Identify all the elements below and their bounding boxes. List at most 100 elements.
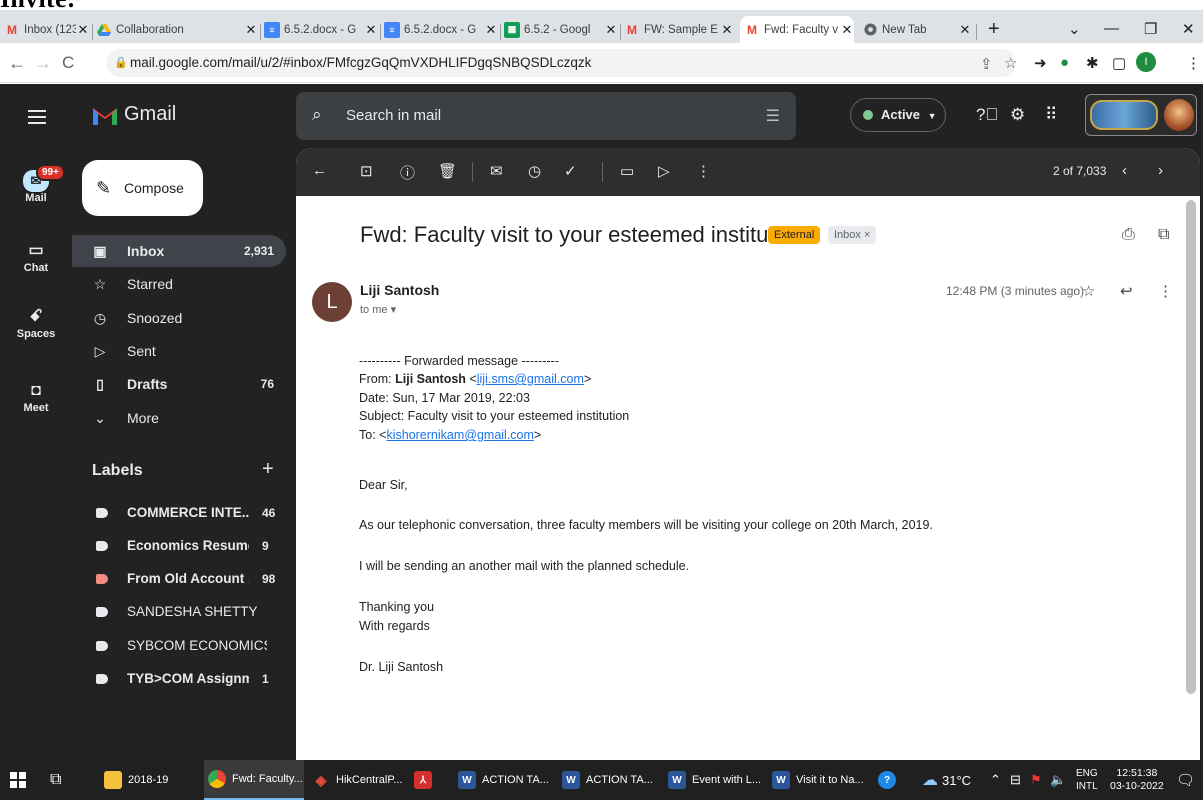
from-email-link[interactable]: liji.sms@gmail.com <box>477 372 584 386</box>
task-view-icon[interactable]: ⧉ <box>50 760 61 800</box>
browser-tab[interactable]: M Inbox (123) - ✕ <box>4 16 90 43</box>
browser-tab-active[interactable]: M Fwd: Faculty v ✕ <box>740 16 854 43</box>
taskbar-item[interactable]: ⅄ <box>414 760 444 800</box>
nav-inbox[interactable]: ▣ Inbox 2,931 <box>72 235 286 267</box>
extensions-puzzle-icon[interactable]: ✱ <box>1086 54 1099 72</box>
menu-dots-icon[interactable]: ⋮ <box>1186 54 1201 72</box>
close-tab-icon[interactable]: ✕ <box>484 22 498 38</box>
browser-tab[interactable]: Collaboration ✕ <box>96 16 258 43</box>
share-icon[interactable]: ⇪ <box>980 55 993 73</box>
language-indicator[interactable]: ENG INTL <box>1076 760 1098 800</box>
close-tab-icon[interactable]: ✕ <box>840 22 854 38</box>
close-tab-icon[interactable]: ✕ <box>720 22 734 38</box>
taskbar-item[interactable]: W ACTION TA... <box>458 760 550 800</box>
taskbar-item[interactable]: W Event with L... <box>668 760 764 800</box>
security-icon[interactable]: ⚑ <box>1030 760 1042 800</box>
rail-spaces[interactable]: ꗃ Spaces <box>0 306 72 340</box>
add-task-icon[interactable]: ✓ <box>564 162 577 180</box>
taskbar-item[interactable]: 2018-19 <box>104 760 194 800</box>
nav-snoozed[interactable]: ◷ Snoozed <box>72 302 286 334</box>
open-new-window-icon[interactable]: ⧉ <box>1158 226 1169 244</box>
volume-muted-icon[interactable]: 🔈 <box>1050 760 1066 800</box>
browser-tab[interactable]: ≡ 6.5.2.docx - G ✕ <box>264 16 378 43</box>
archive-icon[interactable]: ⊡ <box>360 162 373 180</box>
close-window-icon[interactable]: ✕ <box>1182 20 1195 38</box>
network-icon[interactable]: ⊟ <box>1010 760 1021 800</box>
compose-button[interactable]: ✎ Compose <box>82 160 203 216</box>
move-to-icon[interactable]: ▭ <box>620 162 634 180</box>
show-hidden-icons-icon[interactable]: ⌃ <box>990 760 1001 800</box>
grammarly-icon[interactable]: ● <box>1060 54 1069 71</box>
nav-more[interactable]: ⌄ More <box>72 402 286 434</box>
extension-arrow-icon[interactable]: ➜ <box>1034 54 1047 72</box>
help-icon[interactable]: ?⃝ <box>976 105 998 125</box>
settings-gear-icon[interactable]: ⚙ <box>1010 105 1025 125</box>
star-icon[interactable]: ☆ <box>1082 282 1095 300</box>
close-tab-icon[interactable]: ✕ <box>364 22 378 38</box>
snooze-icon[interactable]: ◷ <box>528 162 541 180</box>
label-item[interactable]: From Old Account ... 98 <box>72 563 286 595</box>
more-options-icon[interactable]: ⋮ <box>696 162 711 180</box>
label-item[interactable]: TYB>COM Assignm... 1 <box>72 663 286 695</box>
taskbar-item-active[interactable]: Fwd: Faculty... <box>204 760 304 800</box>
tab-search-icon[interactable]: ⌄ <box>1068 20 1081 38</box>
profile-avatar[interactable]: I <box>1136 52 1156 72</box>
browser-tab[interactable]: ▦ 6.5.2 - Googl ✕ <box>504 16 618 43</box>
to-email-link[interactable]: kishorernikam@gmail.com <box>386 428 533 442</box>
more-message-options-icon[interactable]: ⋮ <box>1158 282 1173 300</box>
label-icon[interactable]: ▷ <box>658 162 670 180</box>
mark-unread-icon[interactable]: ✉ <box>490 162 503 180</box>
close-tab-icon[interactable]: ✕ <box>76 22 90 38</box>
reload-icon[interactable]: C <box>62 53 74 73</box>
apps-grid-icon[interactable]: ⠿ <box>1045 105 1057 125</box>
taskbar-item[interactable]: W ACTION TA... <box>562 760 654 800</box>
reply-icon[interactable]: ↩ <box>1120 282 1133 300</box>
gmail-logo[interactable]: Gmail <box>92 103 176 126</box>
rail-mail[interactable]: ✉ 99+ Mail <box>0 164 72 204</box>
label-item[interactable]: SANDESHA SHETTY <box>72 596 286 628</box>
nav-drafts[interactable]: ▯ Drafts 76 <box>72 368 286 400</box>
restore-icon[interactable]: ❐ <box>1144 20 1157 38</box>
rail-meet[interactable]: ◘ Meet <box>0 380 72 414</box>
side-panel-icon[interactable]: ▢ <box>1112 54 1126 72</box>
help-app-icon[interactable]: ? <box>878 760 902 800</box>
clock[interactable]: 12:51:38 03-10-2022 <box>1110 760 1164 800</box>
label-item[interactable]: SYBCOM ECONOMICS ... <box>72 630 286 662</box>
recipient-details-toggle[interactable]: to me ▾ <box>360 303 396 316</box>
delete-icon[interactable]: 🗑 <box>438 162 457 180</box>
search-bar[interactable]: ⌕ Search in mail ☰ <box>296 92 796 140</box>
account-switcher[interactable] <box>1085 94 1197 136</box>
minimize-icon[interactable]: — <box>1104 20 1119 37</box>
status-button[interactable]: Active ▼ <box>850 98 946 132</box>
sender-avatar[interactable]: L <box>312 282 352 322</box>
forward-icon[interactable]: → <box>34 53 52 74</box>
newer-icon[interactable]: ‹ <box>1122 162 1127 179</box>
address-bar[interactable]: 🔒 mail.google.com/mail/u/2/#inbox/FMfcgz… <box>106 49 1016 77</box>
close-tab-icon[interactable]: ✕ <box>604 22 618 38</box>
bookmark-star-icon[interactable]: ☆ <box>1004 54 1017 72</box>
weather-widget[interactable]: ☁ 31°C <box>922 760 971 800</box>
back-to-inbox-icon[interactable]: ← <box>312 162 327 179</box>
new-tab-icon[interactable]: + <box>988 18 1000 41</box>
inbox-label-chip[interactable]: Inbox × <box>828 226 877 244</box>
taskbar-item[interactable]: ◈ HikCentralP... <box>312 760 410 800</box>
nav-sent[interactable]: ▷ Sent <box>72 335 286 367</box>
search-options-icon[interactable]: ☰ <box>766 106 780 126</box>
back-icon[interactable]: ← <box>8 53 26 74</box>
browser-tab[interactable]: M FW: Sample E ✕ <box>624 16 734 43</box>
nav-starred[interactable]: ☆ Starred <box>72 268 286 300</box>
older-icon[interactable]: › <box>1158 162 1163 179</box>
add-label-icon[interactable]: + <box>262 458 274 481</box>
print-icon[interactable]: ⎙ <box>1122 226 1135 244</box>
search-icon[interactable]: ⌕ <box>312 105 322 125</box>
browser-tab[interactable]: ≡ 6.5.2.docx - G ✕ <box>384 16 498 43</box>
close-tab-icon[interactable]: ✕ <box>958 22 972 38</box>
rail-chat[interactable]: ▭ Chat <box>0 240 72 274</box>
notifications-icon[interactable]: 🗨 <box>1176 760 1195 800</box>
close-tab-icon[interactable]: ✕ <box>244 22 258 38</box>
label-item[interactable]: Economics Resume 9 <box>72 530 286 562</box>
browser-tab[interactable]: New Tab ✕ <box>862 16 972 43</box>
report-spam-icon[interactable]: ⓘ <box>400 162 415 183</box>
start-button[interactable] <box>10 760 26 800</box>
taskbar-item[interactable]: W Visit it to Na... <box>772 760 868 800</box>
